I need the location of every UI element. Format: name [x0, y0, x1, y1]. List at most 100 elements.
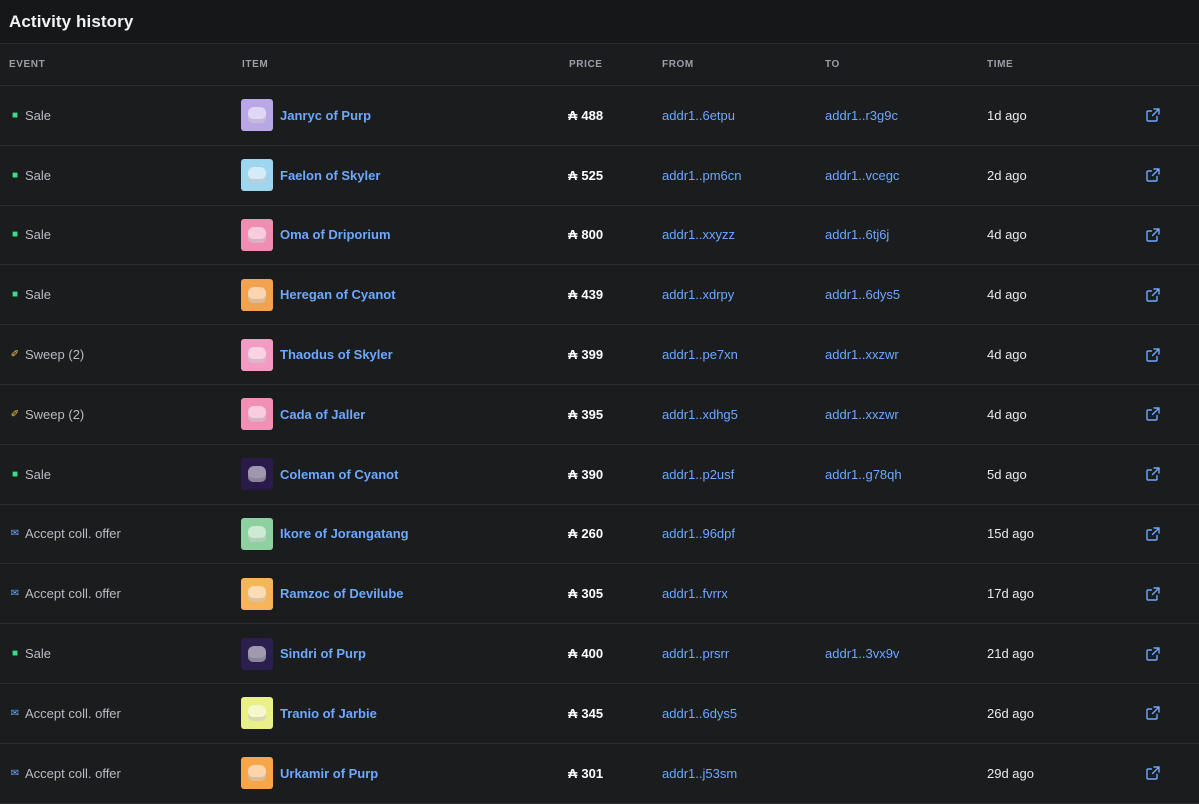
from-address-link[interactable]: addr1..xxyzz — [662, 206, 735, 265]
item-link[interactable]: Sindri of Purp — [280, 646, 366, 661]
cart-icon: ■ — [11, 289, 19, 301]
event-label: Sweep (2) — [25, 347, 85, 363]
item-link[interactable]: Cada of Jaller — [280, 407, 365, 422]
from-address-link[interactable]: addr1..j53sm — [662, 744, 737, 803]
item-thumbnail[interactable] — [241, 218, 273, 251]
item-cell[interactable]: Heregan of Cyanot — [241, 265, 396, 324]
event-cell: ■ Sale — [9, 445, 51, 504]
to-address-link[interactable]: addr1..xxzwr — [825, 325, 899, 384]
item-cell[interactable]: Sindri of Purp — [241, 624, 366, 683]
external-link-button[interactable] — [1145, 505, 1161, 564]
external-link-button[interactable] — [1145, 624, 1161, 683]
item-cell[interactable]: Thaodus of Skyler — [241, 325, 393, 384]
external-link-button[interactable] — [1145, 206, 1161, 265]
event-label: Accept coll. offer — [25, 765, 121, 781]
mail-icon: ✉ — [10, 528, 20, 540]
external-link-button[interactable] — [1145, 684, 1161, 743]
from-address-link[interactable]: addr1..6dys5 — [662, 684, 737, 743]
item-thumbnail[interactable] — [241, 458, 273, 491]
from-address-link[interactable]: addr1..p2usf — [662, 445, 734, 504]
to-address-link[interactable]: addr1..vcegc — [825, 146, 899, 205]
price-cell: ₳ 439 — [568, 265, 603, 324]
from-address-link[interactable]: addr1..pm6cn — [662, 146, 742, 205]
table-row[interactable]: ■ Sale Janryc of Purp ₳ 488 addr1..6etpu… — [0, 86, 1199, 146]
item-creature-image — [248, 226, 266, 243]
item-thumbnail[interactable] — [241, 757, 273, 790]
time-ago: 21d ago — [987, 646, 1034, 662]
table-row[interactable]: ■ Sale Heregan of Cyanot ₳ 439 addr1..xd… — [0, 265, 1199, 326]
cart-icon: ■ — [11, 169, 19, 181]
item-cell[interactable]: Faelon of Skyler — [241, 146, 380, 205]
ada-currency-icon: ₳ — [568, 526, 578, 542]
item-thumbnail[interactable] — [241, 517, 273, 550]
table-row[interactable]: ■ Sale Faelon of Skyler ₳ 525 addr1..pm6… — [0, 145, 1199, 206]
item-link[interactable]: Ramzoc of Devilube — [280, 586, 404, 601]
to-address-link[interactable]: addr1..xxzwr — [825, 385, 899, 444]
table-row[interactable]: ✐ Sweep (2) Cada of Jaller ₳ 395 addr1..… — [0, 384, 1199, 445]
item-thumbnail[interactable] — [241, 697, 273, 730]
external-link-button[interactable] — [1145, 385, 1161, 444]
price-value: 390 — [581, 466, 604, 482]
table-row[interactable]: ✉ Accept coll. offer Urkamir of Purp ₳ 3… — [0, 743, 1199, 804]
external-link-button[interactable] — [1145, 86, 1161, 145]
item-thumbnail[interactable] — [241, 338, 273, 371]
item-link[interactable]: Thaodus of Skyler — [280, 347, 393, 362]
event-cell: ✉ Accept coll. offer — [9, 684, 121, 743]
from-address-link[interactable]: addr1..6etpu — [662, 86, 735, 145]
item-thumbnail[interactable] — [241, 577, 273, 610]
to-address-link[interactable]: addr1..3vx9v — [825, 624, 899, 683]
to-address-link[interactable]: addr1..g78qh — [825, 445, 902, 504]
ada-currency-icon: ₳ — [568, 167, 578, 183]
table-row[interactable]: ■ Sale Sindri of Purp ₳ 400 addr1..prsrr… — [0, 624, 1199, 684]
item-cell[interactable]: Janryc of Purp — [241, 86, 371, 145]
item-link[interactable]: Janryc of Purp — [280, 108, 371, 123]
external-link-button[interactable] — [1145, 445, 1161, 504]
table-row[interactable]: ✉ Accept coll. offer Ikore of Jorangatan… — [0, 504, 1199, 565]
item-link[interactable]: Heregan of Cyanot — [280, 287, 396, 302]
time-ago: 26d ago — [987, 705, 1034, 721]
from-address-link[interactable]: addr1..prsrr — [662, 624, 729, 683]
item-cell[interactable]: Coleman of Cyanot — [241, 445, 398, 504]
item-thumbnail[interactable] — [241, 398, 273, 431]
item-link[interactable]: Tranio of Jarbie — [280, 706, 377, 721]
item-cell[interactable]: Urkamir of Purp — [241, 744, 378, 803]
item-link[interactable]: Faelon of Skyler — [280, 168, 380, 183]
item-thumbnail[interactable] — [241, 637, 273, 670]
external-link-button[interactable] — [1145, 325, 1161, 384]
item-cell[interactable]: Ikore of Jorangatang — [241, 505, 409, 564]
table-row[interactable]: ✉ Accept coll. offer Ramzoc of Devilube … — [0, 564, 1199, 625]
from-address-link[interactable]: addr1..xdhg5 — [662, 385, 738, 444]
event-label: Sale — [25, 167, 52, 183]
item-link[interactable]: Urkamir of Purp — [280, 766, 378, 781]
item-thumbnail[interactable] — [241, 159, 273, 192]
external-link-button[interactable] — [1145, 564, 1161, 623]
item-thumbnail[interactable] — [241, 278, 273, 311]
item-link[interactable]: Oma of Driporium — [280, 227, 391, 242]
from-address-link[interactable]: addr1..xdrpy — [662, 265, 734, 324]
to-address-link[interactable]: addr1..6dys5 — [825, 265, 900, 324]
price-value: 301 — [581, 765, 604, 781]
from-address-link[interactable]: addr1..pe7xn — [662, 325, 738, 384]
table-row[interactable]: ✉ Accept coll. offer Tranio of Jarbie ₳ … — [0, 683, 1199, 744]
table-row[interactable]: ✐ Sweep (2) Thaodus of Skyler ₳ 399 addr… — [0, 325, 1199, 385]
cart-icon: ■ — [11, 109, 19, 121]
item-thumbnail[interactable] — [241, 99, 273, 132]
to-address-link[interactable]: addr1..6tj6j — [825, 206, 889, 265]
item-cell[interactable]: Cada of Jaller — [241, 385, 365, 444]
item-link[interactable]: Coleman of Cyanot — [280, 467, 398, 482]
from-address-link[interactable]: addr1..96dpf — [662, 505, 735, 564]
external-link-button[interactable] — [1145, 265, 1161, 324]
to-address-link[interactable]: addr1..r3g9c — [825, 86, 898, 145]
item-cell[interactable]: Ramzoc of Devilube — [241, 564, 404, 623]
table-row[interactable]: ■ Sale Coleman of Cyanot ₳ 390 addr1..p2… — [0, 444, 1199, 505]
item-creature-image — [248, 585, 266, 602]
item-cell[interactable]: Tranio of Jarbie — [241, 684, 377, 743]
table-row[interactable]: ■ Sale Oma of Driporium ₳ 800 addr1..xxy… — [0, 205, 1199, 266]
from-address-link[interactable]: addr1..fvrrx — [662, 564, 728, 623]
time-ago: 1d ago — [987, 107, 1027, 123]
external-link-button[interactable] — [1145, 744, 1161, 803]
external-link-button[interactable] — [1145, 146, 1161, 205]
item-cell[interactable]: Oma of Driporium — [241, 206, 391, 265]
event-cell: ■ Sale — [9, 265, 51, 324]
item-link[interactable]: Ikore of Jorangatang — [280, 526, 409, 541]
